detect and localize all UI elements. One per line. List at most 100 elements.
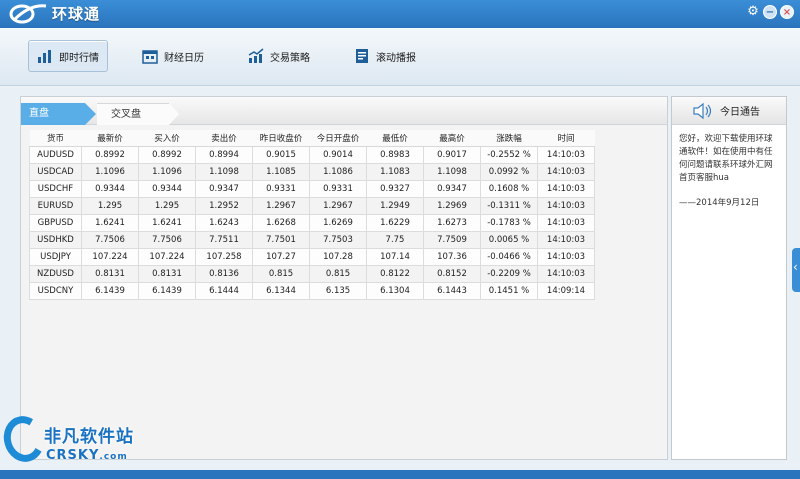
table-cell: 7.7506 xyxy=(81,230,139,249)
table-cell: 7.7503 xyxy=(309,230,367,249)
notice-header: 今日通告 xyxy=(672,97,786,125)
table-row[interactable]: GBPUSD 1.6241 1.6241 1.6243 1.6268 1.6269 1.62… xyxy=(29,213,595,232)
toolbar-item-calendar[interactable]: 财经日历 xyxy=(134,40,212,72)
table-cell: 6.1439 xyxy=(81,281,139,300)
table-row[interactable]: USDJPY 107.224 107.224 107.258 107.27 107.28 1… xyxy=(29,247,595,266)
close-icon[interactable]: × xyxy=(780,5,794,19)
table-cell: USDJPY xyxy=(29,247,82,266)
column-header[interactable]: 时间 xyxy=(537,130,595,147)
table-cell: 0.8994 xyxy=(195,145,253,164)
table-cell: 6.1439 xyxy=(138,281,196,300)
column-header[interactable]: 今日开盘价 xyxy=(309,130,367,147)
table-cell: USDCHF xyxy=(29,179,82,198)
table-row[interactable]: EURUSD 1.295 1.295 1.2952 1.2967 1.2967 1.2949… xyxy=(29,196,595,215)
column-header[interactable]: 最高价 xyxy=(423,130,481,147)
toolbar-item-broadcast[interactable]: 滚动播报 xyxy=(346,40,424,72)
table-cell: 0.8983 xyxy=(366,145,424,164)
table-cell: 0.8131 xyxy=(138,264,196,283)
table-cell: 7.7511 xyxy=(195,230,253,249)
column-header[interactable]: 昨日收盘价 xyxy=(252,130,310,147)
toolbar-item-label: 滚动播报 xyxy=(376,52,416,64)
table-cell: 0.815 xyxy=(252,264,310,283)
table-cell: 1.6243 xyxy=(195,213,253,232)
table-cell: 7.75 xyxy=(366,230,424,249)
table-header-row: 货币 最新价 买入价 卖出价 昨日收盘价 今日开盘价 最低价 最高价 涨跌幅 时… xyxy=(29,130,595,147)
table-cell: 0.8152 xyxy=(423,264,481,283)
table-cell: 0.8992 xyxy=(81,145,139,164)
column-header[interactable]: 涨跌幅 xyxy=(480,130,538,147)
table-cell: 107.27 xyxy=(252,247,310,266)
table-cell: 0.9344 xyxy=(81,179,139,198)
table-row[interactable]: USDCNY 6.1439 6.1439 6.1444 6.1344 6.135 6.130… xyxy=(29,281,595,300)
table-cell: 0.8131 xyxy=(81,264,139,283)
table-cell: 1.2952 xyxy=(195,196,253,215)
table-cell: -0.2552 % xyxy=(480,145,538,164)
table-cell: 14:09:14 xyxy=(537,281,595,300)
table-cell: 0.0065 % xyxy=(480,230,538,249)
notice-message: 您好，欢迎下载使用环球通软件！如在使用中有任何问题请联系环球外汇网首页客服hua xyxy=(679,134,773,183)
table-cell: 1.1096 xyxy=(138,162,196,181)
app-title: 环球通 xyxy=(52,4,101,23)
toolbar-item-label: 交易策略 xyxy=(270,52,310,64)
table-cell: 14:10:03 xyxy=(537,179,595,198)
table-cell: 6.1444 xyxy=(195,281,253,300)
table-cell: 14:10:03 xyxy=(537,196,595,215)
market-tabs: 直盘 交叉盘 xyxy=(21,97,667,125)
toolbar-item-quotes[interactable]: 即时行情 xyxy=(28,40,108,72)
table-cell: 0.9331 xyxy=(252,179,310,198)
table-row[interactable]: AUDUSD 0.8992 0.8992 0.8994 0.9015 0.9014 0.89… xyxy=(29,145,595,164)
column-header[interactable]: 卖出价 xyxy=(195,130,253,147)
quotes-table: 货币 最新价 买入价 卖出价 昨日收盘价 今日开盘价 最低价 最高价 涨跌幅 时… xyxy=(29,130,595,300)
gear-icon[interactable]: ⚙ xyxy=(746,5,760,19)
table-cell: -0.1783 % xyxy=(480,213,538,232)
watermark-cn: 非凡软件站 xyxy=(44,427,134,447)
table-cell: 0.8136 xyxy=(195,264,253,283)
table-cell: 107.224 xyxy=(138,247,196,266)
table-cell: 14:10:03 xyxy=(537,213,595,232)
column-header[interactable]: 最新价 xyxy=(81,130,139,147)
table-cell: AUDUSD xyxy=(29,145,82,164)
calendar-icon xyxy=(142,48,158,64)
column-header[interactable]: 买入价 xyxy=(138,130,196,147)
table-cell: 14:10:03 xyxy=(537,230,595,249)
table-row[interactable]: NZDUSD 0.8131 0.8131 0.8136 0.815 0.815 0.8122… xyxy=(29,264,595,283)
table-cell: 107.14 xyxy=(366,247,424,266)
notice-title: 今日通告 xyxy=(720,107,760,118)
table-cell: 0.9327 xyxy=(366,179,424,198)
quotes-panel: 直盘 交叉盘 货币 最新价 买入价 卖出价 昨日收盘价 今日开盘价 最低价 最高… xyxy=(20,96,668,460)
table-cell: 1.2969 xyxy=(423,196,481,215)
tab-direct[interactable]: 直盘 xyxy=(21,103,96,125)
table-cell: 1.295 xyxy=(81,196,139,215)
table-row[interactable]: USDCAD 1.1096 1.1096 1.1098 1.1085 1.1086 1.10… xyxy=(29,162,595,181)
watermark-c-icon xyxy=(0,411,50,467)
column-header[interactable]: 货币 xyxy=(29,130,82,147)
table-cell: 14:10:03 xyxy=(537,162,595,181)
side-collapse-handle[interactable] xyxy=(792,248,800,292)
table-cell: 0.0992 % xyxy=(480,162,538,181)
table-cell: 1.6269 xyxy=(309,213,367,232)
table-row[interactable]: USDCHF 0.9344 0.9344 0.9347 0.9331 0.9331 0.93… xyxy=(29,179,595,198)
bar-chart-icon xyxy=(37,48,53,64)
speaker-icon xyxy=(692,102,714,120)
table-cell: 1.6241 xyxy=(81,213,139,232)
table-cell: 1.1096 xyxy=(81,162,139,181)
notice-signature: ——2014年9月12日 xyxy=(679,198,760,208)
table-cell: 7.7506 xyxy=(138,230,196,249)
table-cell: 1.2949 xyxy=(366,196,424,215)
table-cell: GBPUSD xyxy=(29,213,82,232)
toolbar-item-strategy[interactable]: 交易策略 xyxy=(240,40,318,72)
column-header[interactable]: 最低价 xyxy=(366,130,424,147)
minimize-icon[interactable]: − xyxy=(763,5,777,19)
table-cell: 107.224 xyxy=(81,247,139,266)
table-cell: 1.2967 xyxy=(309,196,367,215)
table-cell: 6.1304 xyxy=(366,281,424,300)
table-cell: 7.7509 xyxy=(423,230,481,249)
table-cell: 107.28 xyxy=(309,247,367,266)
table-cell: -0.2209 % xyxy=(480,264,538,283)
tab-cross[interactable]: 交叉盘 xyxy=(97,103,179,125)
notice-panel: 今日通告 您好，欢迎下载使用环球通软件！如在使用中有任何问题请联系环球外汇网首页… xyxy=(671,96,787,460)
table-cell: EURUSD xyxy=(29,196,82,215)
table-row[interactable]: USDHKD 7.7506 7.7506 7.7511 7.7501 7.7503 7.75… xyxy=(29,230,595,249)
table-cell: 7.7501 xyxy=(252,230,310,249)
table-cell: 0.815 xyxy=(309,264,367,283)
